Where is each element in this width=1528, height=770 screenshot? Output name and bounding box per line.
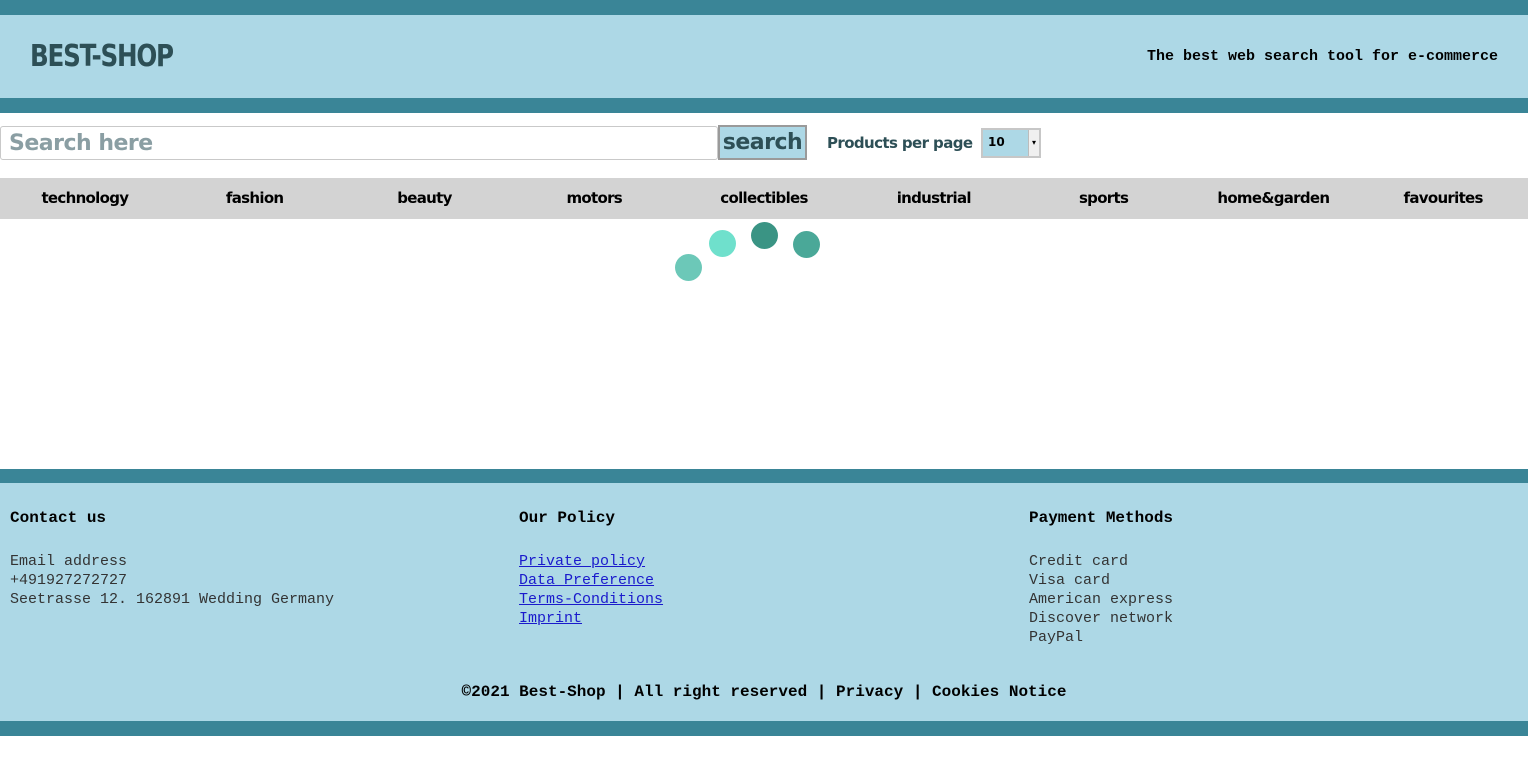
- policy-link-row: Imprint: [519, 609, 663, 628]
- nav-item-sports[interactable]: sports: [1019, 178, 1189, 219]
- imprint-link[interactable]: Imprint: [519, 610, 582, 627]
- copyright-notice: ©2021 Best-Shop | All right reserved | P…: [461, 683, 1067, 701]
- footer-contact: Contact us Email address +491927272727 S…: [10, 507, 334, 609]
- search-button[interactable]: search: [718, 125, 807, 160]
- nav-item-motors[interactable]: motors: [509, 178, 679, 219]
- site-header: BEST-SHOP The best web search tool for e…: [0, 15, 1528, 98]
- payment-method: PayPal: [1029, 629, 1084, 646]
- spinner-dot: [675, 254, 702, 281]
- footer-payment: Payment Methods Credit card Visa card Am…: [1029, 507, 1173, 647]
- footer-contact-heading: Contact us: [10, 509, 107, 527]
- footer-policy: Our Policy Private policy Data Preferenc…: [519, 507, 663, 628]
- nav-item-home-garden[interactable]: home&garden: [1188, 178, 1358, 219]
- nav-item-favourites[interactable]: favourites: [1358, 178, 1528, 219]
- products-per-page-select[interactable]: 10 ▾: [981, 128, 1041, 158]
- products-per-page-label: Products per page: [827, 134, 973, 152]
- contact-phone: +491927272727: [10, 572, 128, 589]
- nav-item-collectibles[interactable]: collectibles: [679, 178, 849, 219]
- data-preference-link[interactable]: Data Preference: [519, 572, 654, 589]
- policy-link-row: Data Preference: [519, 571, 663, 590]
- footer-policy-heading: Our Policy: [519, 509, 616, 527]
- policy-link-row: Terms-Conditions: [519, 590, 663, 609]
- site-logo[interactable]: BEST-SHOP: [30, 39, 174, 75]
- private-policy-link[interactable]: Private policy: [519, 553, 645, 570]
- nav-item-beauty[interactable]: beauty: [340, 178, 510, 219]
- site-footer: Contact us Email address +491927272727 S…: [0, 483, 1528, 721]
- top-band: [0, 0, 1528, 15]
- policy-link-row: Private policy: [519, 552, 663, 571]
- contact-email: Email address: [10, 553, 128, 570]
- search-input[interactable]: [0, 126, 718, 160]
- site-tagline: The best web search tool for e-commerce: [1146, 48, 1498, 65]
- payment-method: American express: [1029, 591, 1174, 608]
- payment-method: Credit card: [1029, 553, 1129, 570]
- spinner-dot: [793, 231, 820, 258]
- footer-payment-heading: Payment Methods: [1029, 509, 1174, 527]
- products-per-page-value: 10: [988, 135, 1005, 149]
- payment-method: Discover network: [1029, 610, 1174, 627]
- spinner-dot: [751, 222, 778, 249]
- footer-top-band: [0, 469, 1528, 483]
- terms-conditions-link[interactable]: Terms-Conditions: [519, 591, 663, 608]
- footer-bottom-band: [0, 721, 1528, 736]
- contact-address: Seetrasse 12. 162891 Wedding Germany: [10, 591, 335, 608]
- category-nav: technology fashion beauty motors collect…: [0, 178, 1528, 219]
- nav-item-industrial[interactable]: industrial: [849, 178, 1019, 219]
- header-bottom-band: [0, 98, 1528, 113]
- payment-method: Visa card: [1029, 572, 1111, 589]
- nav-item-technology[interactable]: technology: [0, 178, 170, 219]
- spinner-dot: [709, 230, 736, 257]
- chevron-down-icon[interactable]: ▾: [1028, 130, 1039, 156]
- nav-item-fashion[interactable]: fashion: [170, 178, 340, 219]
